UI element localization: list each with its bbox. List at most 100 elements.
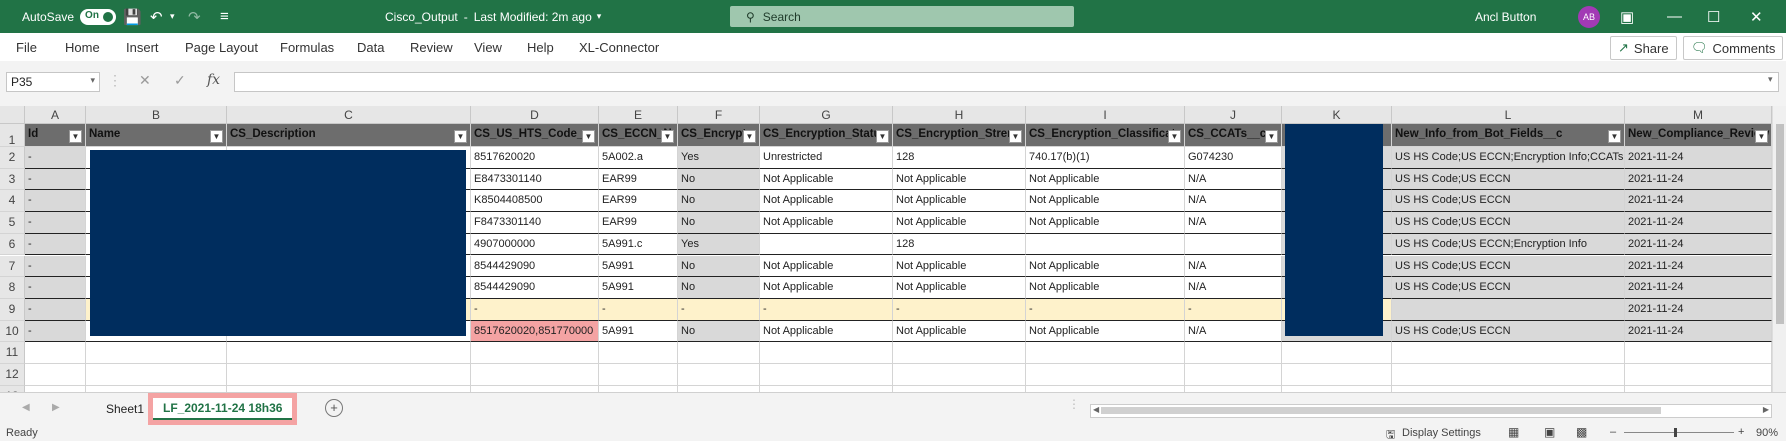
table-cell[interactable]: US HS Code;US ECCN: [1392, 190, 1625, 213]
column-header-a[interactable]: A: [25, 106, 86, 124]
table-cell[interactable]: 5A002.a: [599, 147, 678, 169]
search-box[interactable]: ⚲ Search: [730, 6, 1074, 27]
table-cell[interactable]: Not Applicable: [760, 320, 893, 343]
table-cell[interactable]: No: [678, 320, 760, 343]
page-break-view-icon[interactable]: ▩: [1576, 425, 1587, 439]
table-cell[interactable]: US HS Code;US ECCN: [1392, 277, 1625, 299]
table-cell[interactable]: 2021-11-24: [1625, 190, 1772, 213]
menu-insert[interactable]: Insert: [126, 40, 159, 55]
row-header[interactable]: 1: [0, 124, 25, 147]
table-cell[interactable]: [760, 342, 893, 364]
table-header-cell[interactable]: CS_CCATs__c ▼: [1185, 124, 1282, 147]
table-cell[interactable]: [893, 364, 1026, 386]
table-cell[interactable]: [1625, 364, 1772, 386]
table-cell[interactable]: Not Applicable: [893, 277, 1026, 299]
menu-view[interactable]: View: [474, 40, 502, 55]
table-header-cell[interactable]: CS_Encryption_Stren ▼: [893, 124, 1026, 147]
table-cell[interactable]: 2021-11-24: [1625, 320, 1772, 343]
table-cell[interactable]: [1282, 342, 1392, 364]
maximize-icon[interactable]: ☐: [1707, 0, 1733, 33]
close-icon[interactable]: ✕: [1750, 0, 1776, 33]
table-cell[interactable]: Not Applicable: [893, 212, 1026, 234]
row-header[interactable]: 9: [0, 298, 25, 321]
insert-function-icon[interactable]: fx: [207, 72, 220, 88]
row-header[interactable]: 5: [0, 212, 25, 234]
scroll-left-icon[interactable]: ◀: [1093, 405, 1099, 414]
add-sheet-icon[interactable]: +: [325, 399, 343, 417]
table-cell[interactable]: [678, 342, 760, 364]
table-cell[interactable]: [25, 364, 86, 386]
zoom-in-icon[interactable]: +: [1738, 426, 1744, 438]
table-cell[interactable]: 8517620020: [471, 147, 599, 169]
table-cell[interactable]: [25, 342, 86, 364]
filter-dropdown-icon[interactable]: ▼: [210, 130, 223, 143]
filter-dropdown-icon[interactable]: ▼: [69, 130, 82, 143]
table-cell[interactable]: 2021-11-24: [1625, 277, 1772, 299]
table-cell[interactable]: -: [25, 320, 86, 343]
row-header[interactable]: 12: [0, 364, 25, 386]
menu-review[interactable]: Review: [410, 40, 453, 55]
account[interactable]: AB: [1578, 0, 1600, 33]
table-cell[interactable]: Not Applicable: [893, 255, 1026, 278]
display-settings[interactable]: Display Settings: [1402, 427, 1481, 439]
redo-icon[interactable]: ↷: [188, 0, 214, 33]
table-cell[interactable]: [1392, 298, 1625, 321]
table-cell[interactable]: No: [678, 277, 760, 299]
table-cell[interactable]: No: [678, 168, 760, 191]
table-cell[interactable]: [1282, 364, 1392, 386]
table-cell[interactable]: -: [25, 168, 86, 191]
autosave-toggle[interactable]: On: [80, 8, 117, 25]
row-header[interactable]: 4: [0, 190, 25, 213]
table-cell[interactable]: -: [760, 298, 893, 321]
comments-button[interactable]: 🗨 Comments: [1683, 36, 1784, 60]
table-cell[interactable]: -: [25, 147, 86, 169]
tab-scroll-right-icon[interactable]: ▶: [52, 402, 60, 413]
table-cell[interactable]: [1185, 342, 1282, 364]
row-header[interactable]: 10: [0, 320, 25, 343]
table-cell[interactable]: [760, 364, 893, 386]
table-cell[interactable]: -: [1185, 298, 1282, 321]
tab-lf-2021-11-24[interactable]: LF_2021-11-24 18h36: [148, 393, 298, 425]
column-header-e[interactable]: E: [599, 106, 678, 124]
table-cell[interactable]: -: [25, 277, 86, 299]
table-header-cell[interactable]: CS_Encrypt ▼: [678, 124, 760, 147]
column-header-h[interactable]: H: [893, 106, 1026, 124]
column-header-b[interactable]: B: [86, 106, 227, 124]
table-cell[interactable]: K8504408500: [471, 190, 599, 213]
row-header[interactable]: 7: [0, 255, 25, 278]
table-cell[interactable]: Not Applicable: [760, 255, 893, 278]
table-cell[interactable]: [86, 342, 227, 364]
share-button[interactable]: ↗ Share: [1610, 36, 1677, 60]
column-header-k[interactable]: K: [1282, 106, 1392, 124]
table-cell[interactable]: 2021-11-24: [1625, 147, 1772, 169]
menu-help[interactable]: Help: [527, 40, 554, 55]
table-cell[interactable]: [1185, 233, 1282, 256]
save-icon[interactable]: 💾: [123, 0, 149, 33]
table-cell[interactable]: [1026, 233, 1185, 256]
menu-data[interactable]: Data: [357, 40, 384, 55]
table-cell[interactable]: [1026, 364, 1185, 386]
table-cell[interactable]: US HS Code;US ECCN: [1392, 320, 1625, 343]
table-cell[interactable]: [471, 342, 599, 364]
page-layout-view-icon[interactable]: ▣: [1544, 425, 1555, 439]
table-cell[interactable]: G074230: [1185, 147, 1282, 169]
table-cell[interactable]: N/A: [1185, 212, 1282, 234]
table-cell[interactable]: No: [678, 255, 760, 278]
zoom-slider[interactable]: [1624, 428, 1734, 437]
cancel-icon[interactable]: ✕: [139, 72, 151, 89]
zoom-level[interactable]: 90%: [1756, 427, 1778, 439]
table-cell[interactable]: 5A991.c: [599, 233, 678, 256]
table-cell[interactable]: 5A991: [599, 320, 678, 343]
table-cell[interactable]: EAR99: [599, 190, 678, 213]
filter-dropdown-icon[interactable]: ▼: [582, 130, 595, 143]
document-title[interactable]: Cisco_Output - Last Modified: 2m ago ▾: [385, 0, 601, 33]
table-cell[interactable]: EAR99: [599, 168, 678, 191]
table-cell[interactable]: N/A: [1185, 320, 1282, 343]
column-header-m[interactable]: M: [1625, 106, 1772, 124]
row-header[interactable]: 8: [0, 277, 25, 299]
table-cell[interactable]: EAR99: [599, 212, 678, 234]
table-header-cell[interactable]: Name ▼: [86, 124, 227, 147]
table-cell[interactable]: Not Applicable: [1026, 255, 1185, 278]
tab-sheet1[interactable]: Sheet1: [100, 393, 150, 425]
table-cell[interactable]: -: [25, 190, 86, 213]
